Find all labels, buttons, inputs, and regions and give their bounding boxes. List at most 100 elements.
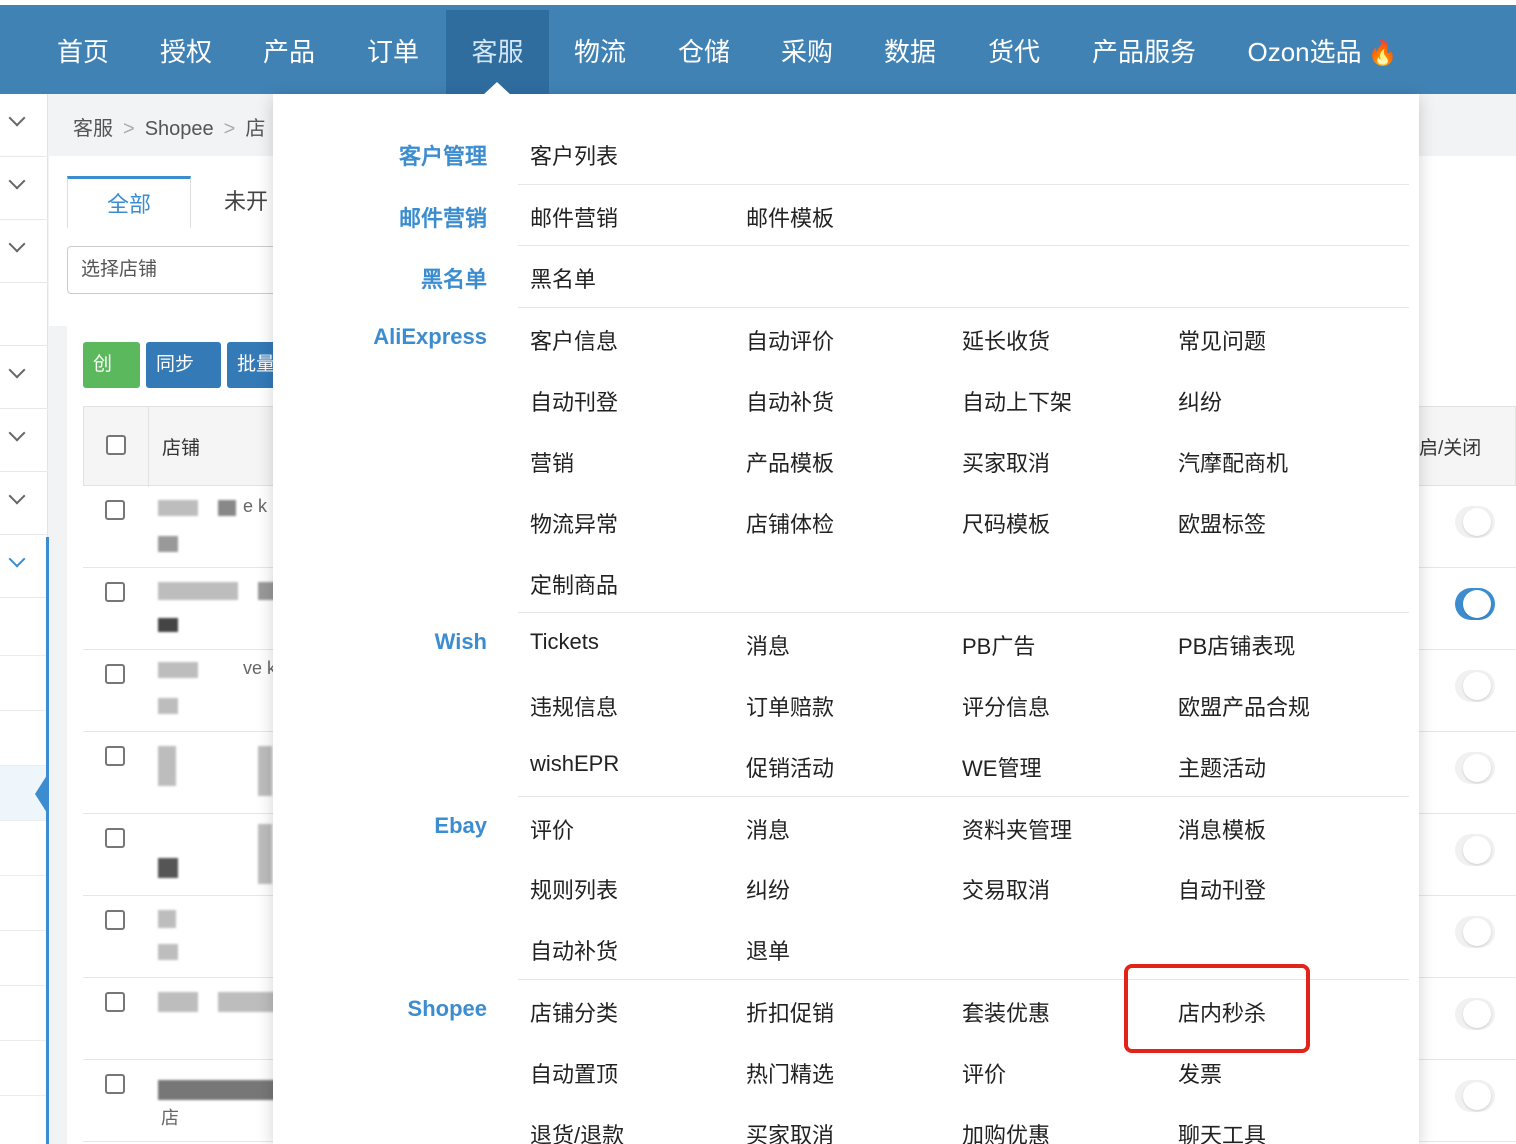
menu-item-ali-auto-listing[interactable]: 自动刊登 — [530, 385, 618, 417]
nav-item-forwarding[interactable]: 货代 — [971, 10, 1057, 94]
menu-item-ali-customer-info[interactable]: 客户信息 — [530, 324, 618, 356]
shop-toggle[interactable] — [1455, 752, 1495, 784]
menu-item-wish-messages[interactable]: 消息 — [746, 629, 790, 661]
menu-item-ali-product-template[interactable]: 产品模板 — [746, 446, 834, 478]
menu-item-ali-size-template[interactable]: 尺码模板 — [962, 507, 1050, 539]
menu-item-ali-dispute[interactable]: 纠纷 — [1178, 385, 1222, 417]
nav-item-product-services[interactable]: 产品服务 — [1078, 10, 1210, 94]
menu-item-shopee-invoice[interactable]: 发票 — [1178, 1057, 1222, 1089]
menu-item-ebay-folder-management[interactable]: 资料夹管理 — [962, 813, 1072, 845]
nav-item-logistics[interactable]: 物流 — [557, 10, 643, 94]
menu-item-blacklist[interactable]: 黑名单 — [530, 262, 596, 294]
menu-item-ali-eu-label[interactable]: 欧盟标签 — [1178, 507, 1266, 539]
sidebar-toggle[interactable] — [0, 220, 48, 283]
sidebar-subitem[interactable] — [0, 986, 48, 1041]
menu-item-ali-auto-review[interactable]: 自动评价 — [746, 324, 834, 356]
menu-item-wish-we-management[interactable]: WE管理 — [962, 751, 1041, 783]
row-checkbox[interactable] — [105, 664, 125, 684]
menu-item-shopee-discount-promotion[interactable]: 折扣促销 — [746, 996, 834, 1028]
menu-item-ebay-auto-restock[interactable]: 自动补货 — [530, 934, 618, 966]
menu-item-wish-epr[interactable]: wishEPR — [530, 751, 619, 777]
menu-item-wish-theme-events[interactable]: 主题活动 — [1178, 751, 1266, 783]
menu-item-email-marketing[interactable]: 邮件营销 — [530, 201, 618, 233]
menu-item-customer-list[interactable]: 客户列表 — [530, 139, 618, 171]
shop-toggle[interactable] — [1455, 506, 1495, 538]
row-checkbox[interactable] — [105, 582, 125, 602]
menu-item-shopee-buyer-cancel[interactable]: 买家取消 — [746, 1118, 834, 1144]
nav-item-data[interactable]: 数据 — [867, 10, 953, 94]
row-checkbox[interactable] — [105, 500, 125, 520]
menu-item-ali-custom-goods[interactable]: 定制商品 — [530, 568, 618, 600]
select-all-checkbox[interactable] — [106, 435, 126, 455]
row-checkbox[interactable] — [105, 910, 125, 930]
shop-toggle[interactable] — [1455, 670, 1495, 702]
breadcrumb-item[interactable]: Shopee — [145, 118, 214, 140]
create-button[interactable]: 创建 — [83, 342, 140, 421]
nav-item-ozon-selection[interactable]: Ozon选品 🔥 — [1235, 10, 1410, 94]
sidebar-toggle[interactable] — [0, 157, 48, 220]
menu-item-wish-pb-ads[interactable]: PB广告 — [962, 629, 1035, 661]
nav-item-authorization[interactable]: 授权 — [143, 10, 229, 94]
sidebar-toggle[interactable] — [0, 346, 48, 409]
shop-toggle[interactable] — [1455, 588, 1495, 620]
menu-item-ebay-transaction-cancel[interactable]: 交易取消 — [962, 873, 1050, 905]
shop-toggle[interactable] — [1455, 916, 1495, 948]
sidebar-toggle-active[interactable] — [0, 535, 48, 598]
menu-item-wish-tickets[interactable]: Tickets — [530, 629, 599, 655]
sidebar-subitem[interactable] — [0, 821, 48, 876]
nav-item-warehouse[interactable]: 仓储 — [661, 10, 747, 94]
menu-item-wish-pb-shop-performance[interactable]: PB店铺表现 — [1178, 629, 1295, 661]
menu-item-shopee-chat-tool[interactable]: 聊天工具 — [1178, 1118, 1266, 1144]
menu-item-shopee-shop-category[interactable]: 店铺分类 — [530, 996, 618, 1028]
menu-item-ali-buyer-cancel[interactable]: 买家取消 — [962, 446, 1050, 478]
menu-item-ali-logistics-exception[interactable]: 物流异常 — [530, 507, 618, 539]
menu-item-ebay-messages[interactable]: 消息 — [746, 813, 790, 845]
menu-item-ali-auto-restock[interactable]: 自动补货 — [746, 385, 834, 417]
tab-all[interactable]: 全部 — [67, 176, 191, 228]
menu-item-ebay-auto-listing[interactable]: 自动刊登 — [1178, 873, 1266, 905]
menu-item-wish-promotions[interactable]: 促销活动 — [746, 751, 834, 783]
menu-item-ali-shop-checkup[interactable]: 店铺体检 — [746, 507, 834, 539]
row-checkbox[interactable] — [105, 992, 125, 1012]
sidebar-toggle[interactable] — [0, 472, 48, 535]
menu-item-ebay-rule-list[interactable]: 规则列表 — [530, 873, 618, 905]
nav-item-products[interactable]: 产品 — [246, 10, 332, 94]
sidebar-subitem[interactable] — [0, 656, 48, 711]
sidebar-toggle[interactable] — [0, 94, 48, 157]
sidebar-subitem[interactable] — [0, 931, 48, 986]
row-checkbox[interactable] — [105, 828, 125, 848]
menu-item-shopee-returns-refunds[interactable]: 退货/退款 — [530, 1118, 624, 1144]
menu-item-email-template[interactable]: 邮件模板 — [746, 201, 834, 233]
sidebar-subitem[interactable] — [0, 601, 48, 656]
sync-button[interactable]: 同步 — [146, 342, 221, 414]
nav-item-orders[interactable]: 订单 — [350, 10, 436, 94]
shop-toggle[interactable] — [1455, 998, 1495, 1030]
menu-item-shopee-bundle-deal[interactable]: 套装优惠 — [962, 996, 1050, 1028]
menu-item-wish-rating-info[interactable]: 评分信息 — [962, 690, 1050, 722]
menu-item-ebay-chargeback[interactable]: 退单 — [746, 934, 790, 966]
menu-item-ebay-disputes[interactable]: 纠纷 — [746, 873, 790, 905]
sidebar-subitem[interactable] — [0, 876, 48, 931]
menu-item-ebay-message-template[interactable]: 消息模板 — [1178, 813, 1266, 845]
nav-item-home[interactable]: 首页 — [40, 10, 126, 94]
menu-item-ali-faq[interactable]: 常见问题 — [1178, 324, 1266, 356]
shop-toggle[interactable] — [1455, 834, 1495, 866]
sidebar-toggle[interactable] — [0, 409, 48, 472]
row-checkbox[interactable] — [105, 746, 125, 766]
shop-toggle[interactable] — [1455, 1080, 1495, 1112]
menu-item-shopee-add-on-deal[interactable]: 加购优惠 — [962, 1118, 1050, 1144]
menu-item-ebay-reviews[interactable]: 评价 — [530, 813, 574, 845]
sidebar-subitem[interactable] — [0, 711, 48, 766]
sidebar-toggle[interactable] — [0, 283, 48, 346]
breadcrumb-item[interactable]: 客服 — [73, 118, 113, 140]
menu-item-ali-auto-parts[interactable]: 汽摩配商机 — [1178, 446, 1288, 478]
row-checkbox[interactable] — [105, 1074, 125, 1094]
menu-item-shopee-top-picks[interactable]: 热门精选 — [746, 1057, 834, 1089]
nav-item-purchasing[interactable]: 采购 — [764, 10, 850, 94]
menu-item-wish-order-compensation[interactable]: 订单赔款 — [746, 690, 834, 722]
menu-item-ali-auto-onoff-shelf[interactable]: 自动上下架 — [962, 385, 1072, 417]
menu-item-ali-marketing[interactable]: 营销 — [530, 446, 574, 478]
menu-item-ali-extend-receipt[interactable]: 延长收货 — [962, 324, 1050, 356]
menu-item-wish-violations[interactable]: 违规信息 — [530, 690, 618, 722]
menu-item-shopee-reviews[interactable]: 评价 — [962, 1057, 1006, 1089]
